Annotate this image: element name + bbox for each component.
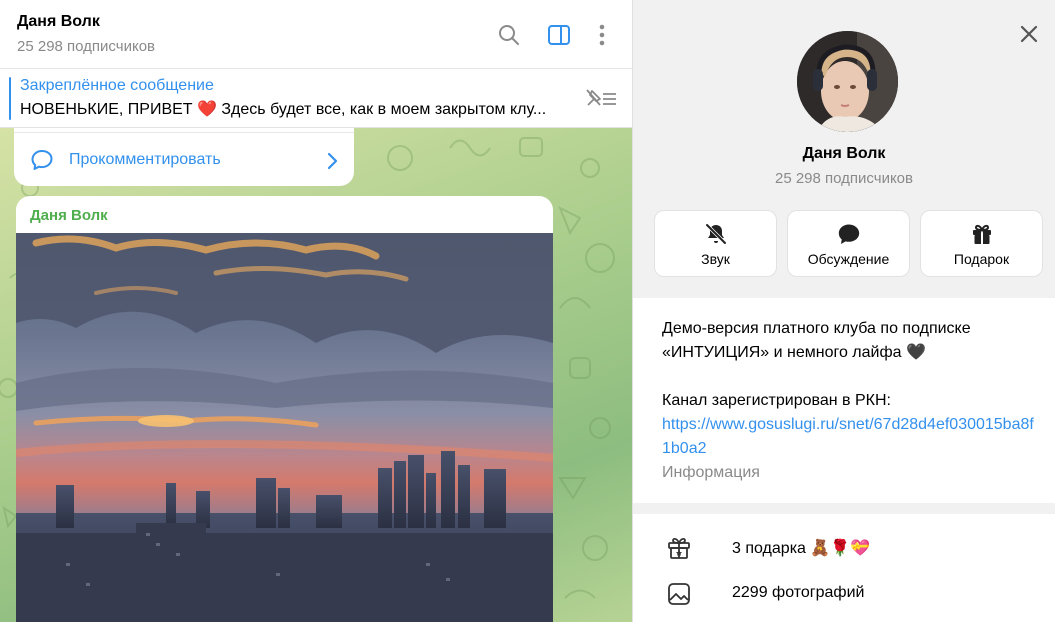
gift-icon: [921, 222, 1042, 246]
mute-label: Звук: [701, 251, 730, 267]
subscriber-count: 25 298 подписчиков: [17, 38, 156, 55]
mute-button[interactable]: Звук: [654, 210, 777, 277]
gifts-label: 3 подарка 🧸🌹💝: [732, 540, 871, 557]
gifts-row[interactable]: 3 подарка 🧸🌹💝: [633, 525, 1055, 571]
chat-header: Даня Волк 25 298 подписчиков: [0, 0, 632, 69]
pinned-text: НОВЕНЬКИЕ, ПРИВЕТ ❤️ Здесь будет все, ка…: [20, 101, 547, 118]
chat-title[interactable]: Даня Волк: [17, 13, 100, 31]
discussion-button[interactable]: Обсуждение: [787, 210, 910, 277]
comment-bubble[interactable]: Прокомментировать: [14, 128, 354, 186]
gift-button[interactable]: Подарок: [920, 210, 1043, 277]
comment-button[interactable]: Прокомментировать: [69, 151, 221, 169]
bell-off-icon: [655, 222, 776, 246]
channel-post: Даня Волк: [16, 196, 553, 622]
profile-name: Даня Волк: [802, 145, 886, 162]
channel-description: Демо-версия платного клуба по подписке «…: [662, 317, 1042, 413]
pinned-list-icon[interactable]: [584, 87, 618, 114]
pin-indicator: [9, 77, 11, 120]
pinned-message[interactable]: Закреплённое сообщение НОВЕНЬКИЕ, ПРИВЕТ…: [0, 69, 632, 128]
sidebar-toggle-icon[interactable]: [546, 22, 572, 48]
description-line-3: Канал зарегистрирован в РКН:: [662, 392, 891, 409]
media-list: 3 подарка 🧸🌹💝 2299 фотографий: [633, 514, 1055, 622]
photo-icon: [666, 581, 692, 612]
profile-subscribers: 25 298 подписчиков: [774, 170, 913, 187]
description-line-1: Демо-версия платного клуба по подписке: [662, 320, 971, 337]
avatar-image: [797, 31, 898, 132]
post-photo[interactable]: [16, 233, 553, 622]
gift-outline-icon: [666, 535, 692, 566]
info-caption: Информация: [662, 464, 760, 481]
avatar[interactable]: [797, 31, 898, 132]
close-icon[interactable]: [1017, 22, 1041, 46]
photos-row[interactable]: 2299 фотографий: [633, 571, 1055, 617]
discussion-label: Обсуждение: [807, 251, 890, 267]
more-vertical-icon[interactable]: [589, 22, 615, 48]
description-line-2: «ИНТУИЦИЯ» и немного лайфа 🖤: [662, 344, 926, 361]
registry-link[interactable]: https://www.gosuslugi.ru/snet/67d28d4ef0…: [662, 413, 1042, 461]
chat-pane: Даня Волк 25 298 подписчиков Закреплённо…: [0, 0, 632, 622]
divider: [14, 132, 354, 133]
pinned-title: Закреплённое сообщение: [20, 77, 214, 94]
chat-bubble-icon: [788, 222, 909, 246]
post-author[interactable]: Даня Волк: [30, 207, 108, 224]
photos-label: 2299 фотографий: [732, 584, 865, 601]
info-card: Демо-версия платного клуба по подписке «…: [633, 298, 1055, 503]
gift-label: Подарок: [953, 251, 1010, 267]
search-icon[interactable]: [496, 22, 522, 48]
comment-icon: [30, 148, 54, 177]
chevron-right-icon: [326, 152, 338, 175]
sunset-city-image: [16, 233, 553, 622]
profile-pane: Даня Волк 25 298 подписчиков Звук Обсужд…: [632, 0, 1055, 622]
